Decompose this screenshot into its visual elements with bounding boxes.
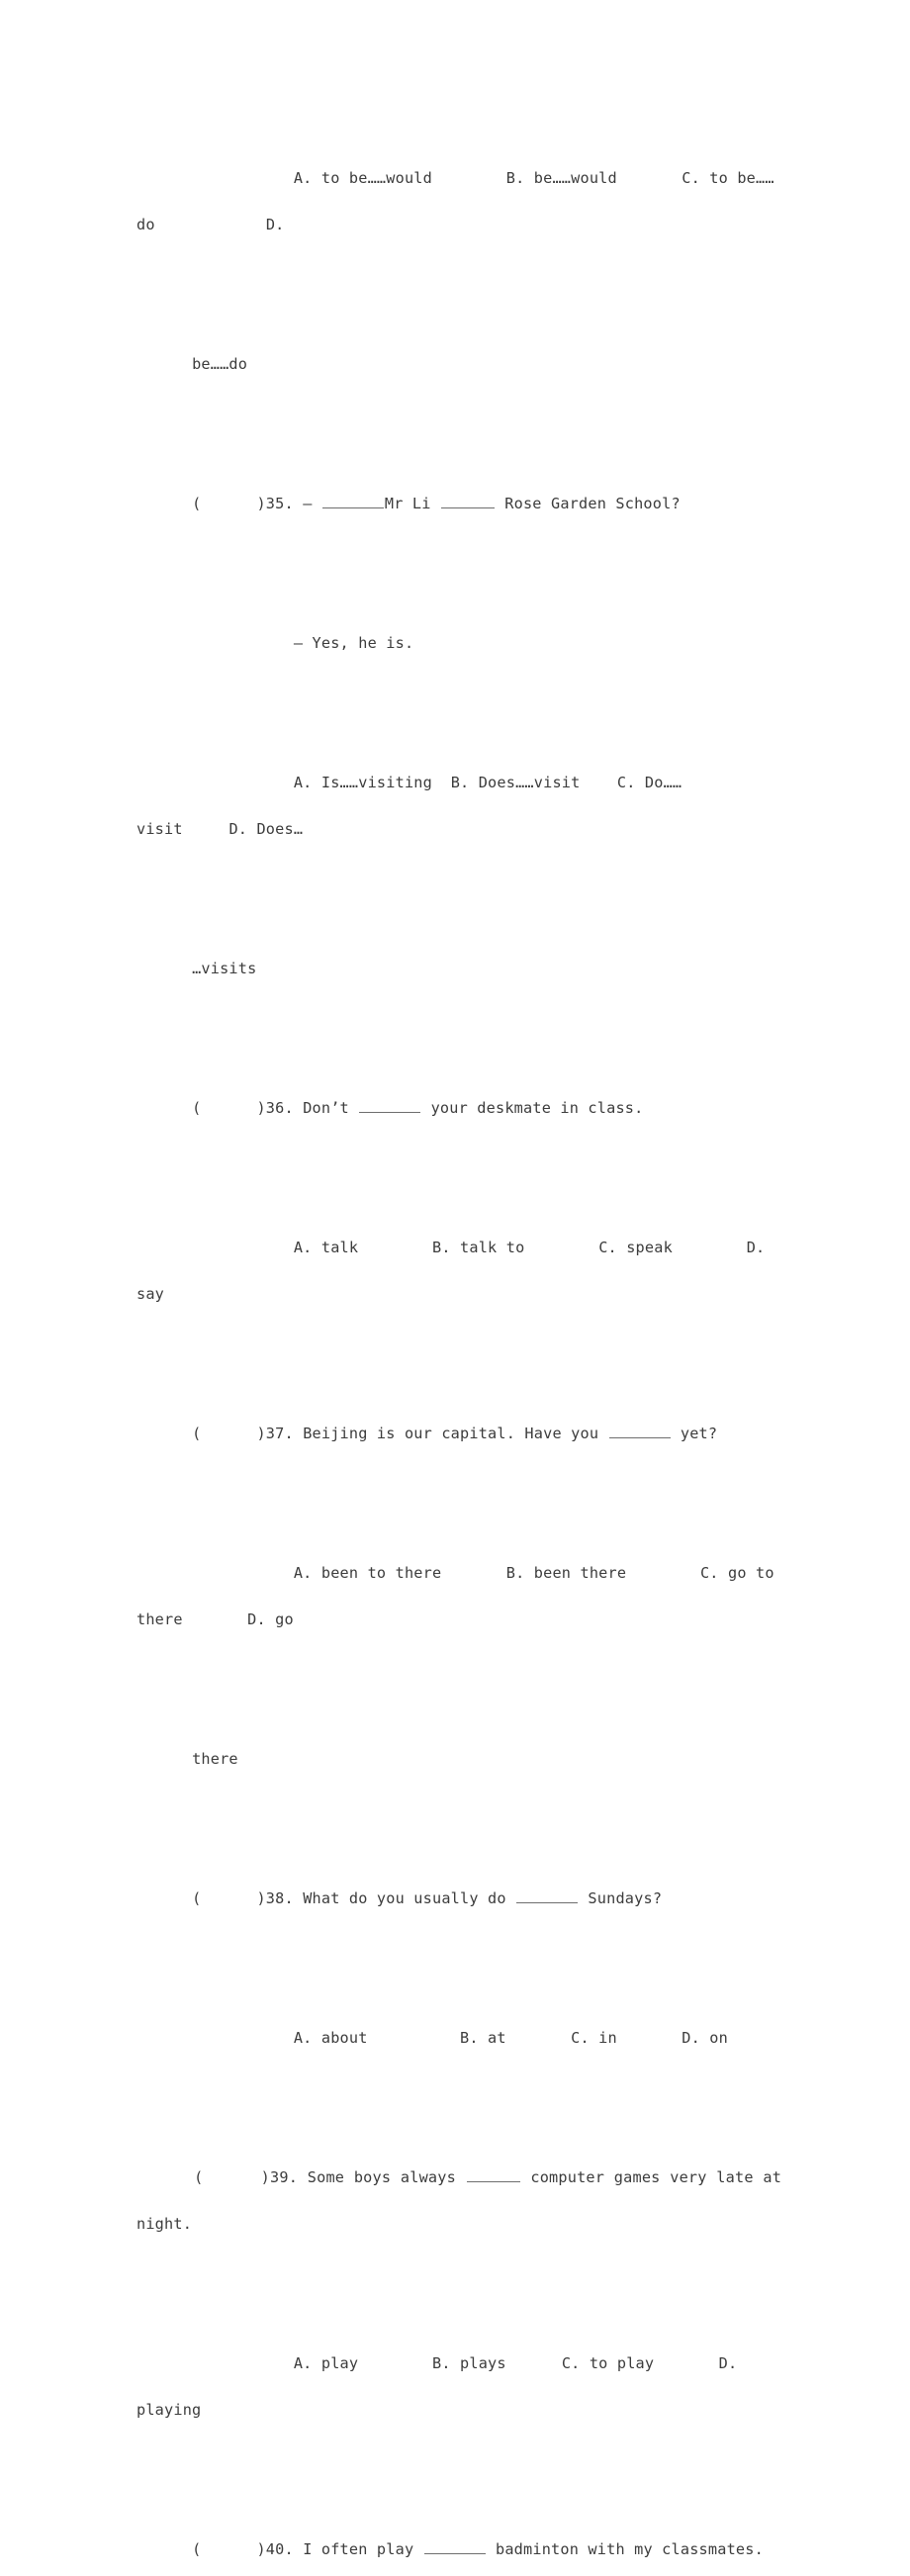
option-b: B. at: [460, 2029, 506, 2047]
option-a: A. to be……would: [293, 169, 432, 187]
question-35-answer-text: – Yes, he is.: [293, 634, 414, 652]
question-39-options-row: A. play B. plays C. to play D. playing: [136, 2294, 781, 2480]
question-39-marker[interactable]: ( )39.: [194, 2168, 298, 2186]
question-34-options-row: A. to be……would B. be……would C. to be……d…: [136, 109, 781, 295]
answer-blank[interactable]: [608, 1424, 671, 1438]
question-37-options-row: A. been to there B. been there C. go to …: [136, 1504, 781, 1690]
question-36-stem: ( )36. Don’t your deskmate in class.: [136, 1039, 781, 1178]
question-39-stem-before: Some boys always: [307, 2168, 466, 2186]
question-36-marker[interactable]: ( )36.: [192, 1099, 294, 1117]
question-40-marker[interactable]: ( )40.: [192, 2540, 294, 2558]
option-d-part2: …visits: [192, 960, 257, 977]
question-37-stem: ( )37. Beijing is our capital. Have you …: [136, 1364, 781, 1504]
question-35-stem-before: –: [303, 495, 321, 512]
question-37-options-wrap: there: [136, 1690, 781, 1829]
question-35-answer-line: – Yes, he is.: [136, 574, 781, 713]
option-a: A. been to there: [293, 1564, 442, 1582]
question-35-options-row: A. Is……visiting B. Does……visit C. Do……vi…: [136, 713, 781, 899]
option-b: B. be……would: [505, 169, 617, 187]
question-38-options-row: A. about B. at C. in D. on: [136, 1969, 781, 2108]
question-38-stem-after: Sundays?: [579, 1889, 663, 1907]
question-35-stem-after: Mr Li: [384, 495, 440, 512]
answer-blank[interactable]: [516, 1888, 579, 1903]
option-d-part1: D. Does…: [228, 820, 304, 838]
option-c: C. in: [571, 2029, 617, 2047]
question-40-stem-before: I often play: [303, 2540, 423, 2558]
option-c: C. speak: [598, 1239, 673, 1256]
question-38-marker[interactable]: ( )38.: [192, 1889, 294, 1907]
question-36-options-row: A. talk B. talk to C. speak D. say: [136, 1178, 781, 1364]
option-b: B. been there: [505, 1564, 627, 1582]
answer-blank[interactable]: [321, 494, 384, 508]
question-35-stem-tail: Rose Garden School?: [495, 495, 681, 512]
option-a: A. Is……visiting: [293, 774, 432, 791]
question-34-options-wrap: be……do: [136, 295, 781, 434]
option-d: D. on: [682, 2029, 728, 2047]
option-d-part2: be……do: [192, 355, 248, 373]
answer-blank[interactable]: [440, 494, 495, 508]
question-35-options-wrap: …visits: [136, 899, 781, 1039]
question-37-marker[interactable]: ( )37.: [192, 1425, 294, 1442]
option-d-part2: there: [192, 1750, 238, 1768]
exam-content: A. to be……would B. be……would C. to be……d…: [136, 109, 781, 2576]
question-39-stem: ( )39. Some boys always computer games v…: [136, 2108, 781, 2294]
option-d-part1: D.: [265, 216, 285, 233]
document-page: A. to be……would B. be……would C. to be……d…: [0, 0, 910, 2558]
question-38-stem-before: What do you usually do: [303, 1889, 516, 1907]
option-d-part1: D. go: [247, 1610, 294, 1628]
option-a: A. about: [293, 2029, 368, 2047]
question-40-stem: ( )40. I often play badminton with my cl…: [136, 2480, 781, 2576]
question-35-stem: ( )35. – Mr Li Rose Garden School?: [136, 434, 781, 574]
option-b: B. talk to: [432, 1239, 525, 1256]
answer-blank[interactable]: [423, 2539, 486, 2554]
question-35-marker[interactable]: ( )35.: [192, 495, 294, 512]
option-b: B. plays: [432, 2354, 506, 2372]
answer-blank[interactable]: [359, 1098, 421, 1113]
answer-blank[interactable]: [466, 2167, 520, 2182]
question-37-stem-after: yet?: [671, 1425, 718, 1442]
option-a: A. talk: [293, 1239, 359, 1256]
option-b: B. Does……visit: [450, 774, 581, 791]
option-a: A. play: [293, 2354, 359, 2372]
option-c: C. to play: [561, 2354, 655, 2372]
question-38-stem: ( )38. What do you usually do Sundays?: [136, 1829, 781, 1969]
question-36-stem-after: your deskmate in class.: [421, 1099, 644, 1117]
question-40-stem-after: badminton with my classmates.: [486, 2540, 764, 2558]
question-37-stem-before: Beijing is our capital. Have you: [303, 1425, 608, 1442]
question-36-stem-before: Don’t: [303, 1099, 359, 1117]
